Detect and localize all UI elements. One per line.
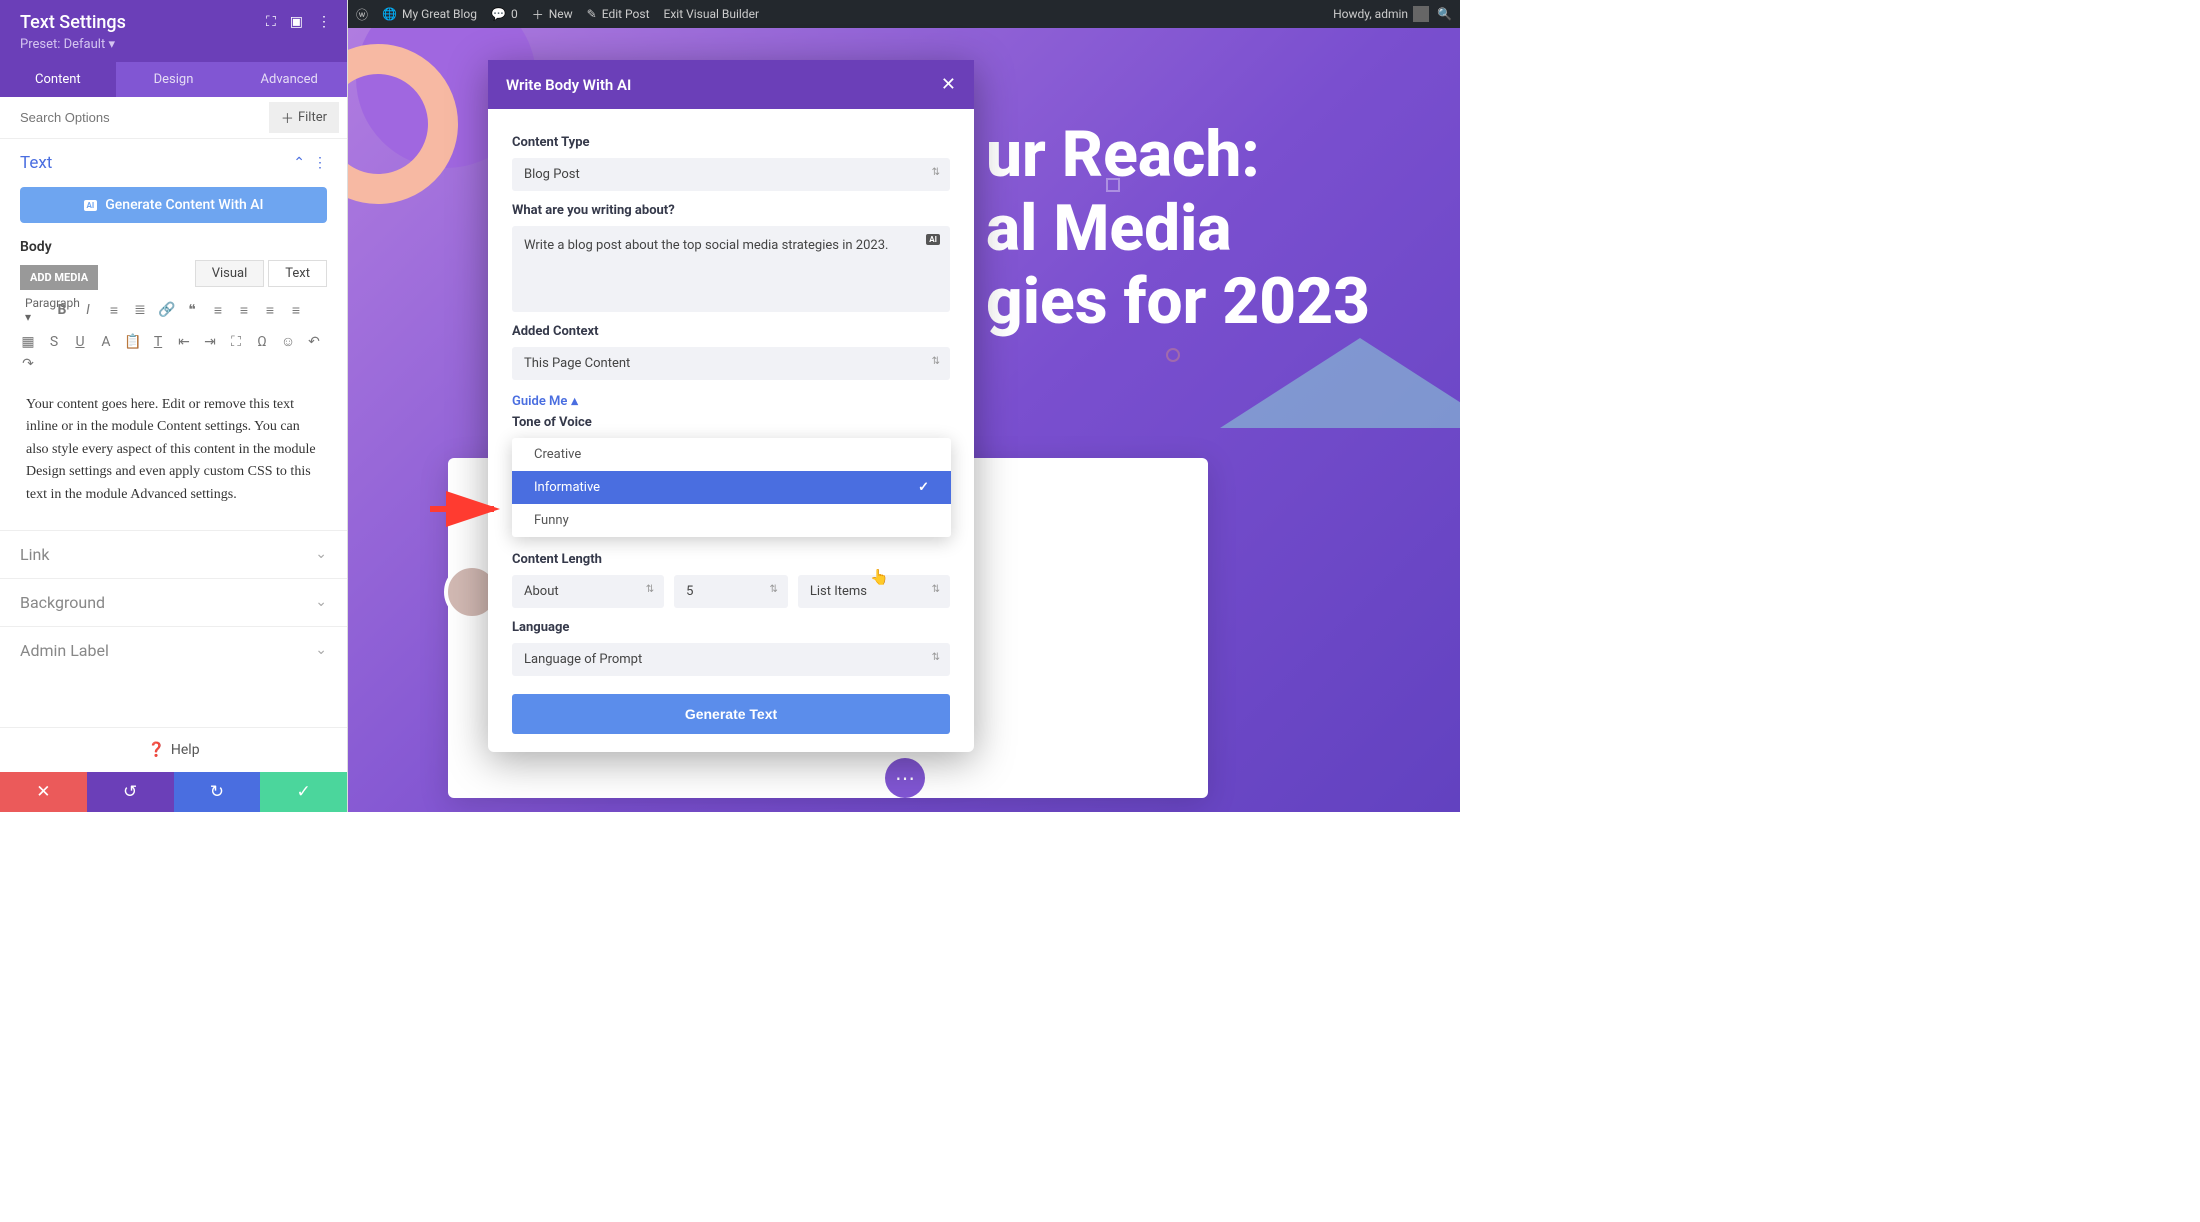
- quote-icon[interactable]: ❝: [184, 302, 200, 318]
- undo-global-button[interactable]: ↺: [87, 772, 174, 812]
- howdy-link[interactable]: Howdy, admin: [1333, 6, 1429, 22]
- language-label: Language: [512, 620, 950, 635]
- more-icon[interactable]: ⋮: [317, 14, 331, 30]
- page-headline: ur Reach: al Media gies for 2023: [986, 118, 1370, 339]
- format-select[interactable]: Paragraph ▾: [20, 293, 44, 327]
- length-number-input[interactable]: 5: [674, 575, 788, 608]
- save-button[interactable]: ✓: [260, 772, 347, 812]
- new-link[interactable]: ＋ New: [532, 6, 573, 23]
- ai-badge-icon[interactable]: AI: [926, 234, 940, 245]
- tone-dropdown-menu: Creative Informative Funny: [512, 438, 951, 537]
- section-admin-label[interactable]: Admin Label⌄: [0, 626, 347, 674]
- section-more-icon[interactable]: ⋮: [313, 155, 327, 171]
- help-link[interactable]: ❓Help: [0, 727, 347, 772]
- align-right-icon[interactable]: ≡: [262, 302, 278, 319]
- chevron-up-icon: ⌃: [293, 155, 305, 171]
- generate-text-button[interactable]: Generate Text: [512, 694, 950, 734]
- section-link[interactable]: Link⌄: [0, 530, 347, 578]
- search-options-input[interactable]: [0, 97, 261, 138]
- guide-me-toggle[interactable]: Guide Me ▴: [512, 394, 578, 409]
- settings-sidebar: Text Settings Preset: Default ▾ ⛶ ▣ ⋮ Co…: [0, 0, 348, 812]
- chevron-down-icon: ⌄: [315, 594, 327, 610]
- link-icon[interactable]: 🔗: [158, 302, 174, 318]
- indent-icon[interactable]: ⇥: [202, 334, 218, 350]
- wp-logo-icon[interactable]: ⓦ: [356, 6, 368, 23]
- content-type-label: Content Type: [512, 135, 950, 150]
- editor-content[interactable]: Your content goes here. Edit or remove t…: [20, 384, 327, 516]
- bottom-action-bar: ✕ ↺ ↻ ✓: [0, 772, 347, 812]
- ai-modal-header: Write Body With AI ✕: [488, 60, 974, 109]
- underline-icon[interactable]: U: [72, 334, 88, 350]
- align-left-icon[interactable]: ≡: [210, 302, 226, 319]
- avatar: [1413, 6, 1429, 22]
- builder-fab-button[interactable]: ⋯: [885, 758, 925, 798]
- context-select[interactable]: This Page Content: [512, 347, 950, 380]
- add-media-button[interactable]: ADD MEDIA: [20, 265, 98, 290]
- expand-icon[interactable]: ▣: [290, 14, 303, 30]
- close-icon[interactable]: ✕: [941, 74, 956, 95]
- generate-ai-button[interactable]: AI Generate Content With AI: [20, 187, 327, 223]
- annotation-arrow: [430, 497, 510, 525]
- help-icon: ❓: [147, 742, 164, 758]
- redo-icon[interactable]: ↷: [20, 356, 36, 372]
- ai-modal: Write Body With AI ✕ Content Type Blog P…: [488, 60, 974, 752]
- content-type-select[interactable]: Blog Post: [512, 158, 950, 191]
- tone-option-informative[interactable]: Informative: [512, 471, 951, 504]
- fullscreen-icon[interactable]: ⛶: [228, 334, 244, 350]
- cancel-button[interactable]: ✕: [0, 772, 87, 812]
- ai-modal-title: Write Body With AI: [506, 76, 941, 94]
- about-label: What are you writing about?: [512, 203, 950, 218]
- filter-button[interactable]: ＋ Filter: [269, 102, 339, 133]
- context-label: Added Context: [512, 324, 950, 339]
- clear-icon[interactable]: T: [150, 334, 166, 350]
- section-background[interactable]: Background⌄: [0, 578, 347, 626]
- edit-post-link[interactable]: ✎ Edit Post: [587, 7, 650, 21]
- about-textarea[interactable]: Write a blog post about the top social m…: [512, 226, 950, 312]
- tab-design[interactable]: Design: [116, 62, 232, 97]
- redo-global-button[interactable]: ↻: [174, 772, 261, 812]
- length-label: Content Length: [512, 552, 950, 567]
- sidebar-header: Text Settings Preset: Default ▾ ⛶ ▣ ⋮: [0, 0, 347, 62]
- chevron-down-icon: ⌄: [315, 546, 327, 562]
- emoji-icon[interactable]: ☺: [280, 333, 296, 350]
- editor-toolbar: Paragraph ▾ B I ≡ ≣ 🔗 ❝ ≡ ≡ ≡ ≡ ▦ S U A …: [0, 287, 347, 378]
- table-icon[interactable]: ▦: [20, 334, 36, 350]
- deco-ring-icon: [1166, 348, 1180, 362]
- textcolor-icon[interactable]: A: [98, 334, 114, 350]
- cursor-icon: 👆: [870, 568, 889, 586]
- italic-icon[interactable]: I: [80, 302, 96, 318]
- specialchar-icon[interactable]: Ω: [254, 334, 270, 350]
- search-icon[interactable]: 🔍: [1437, 7, 1452, 21]
- drag-icon[interactable]: ⛶: [266, 14, 276, 30]
- section-text-header[interactable]: Text ⌃ ⋮: [0, 139, 347, 187]
- tone-option-creative[interactable]: Creative: [512, 438, 951, 471]
- length-about-select[interactable]: About: [512, 575, 664, 608]
- deco-triangle: [1220, 338, 1460, 498]
- tab-advanced[interactable]: Advanced: [231, 62, 347, 97]
- language-select[interactable]: Language of Prompt: [512, 643, 950, 676]
- preset-dropdown[interactable]: Preset: Default ▾: [20, 37, 327, 52]
- tab-content[interactable]: Content: [0, 62, 116, 97]
- outdent-icon[interactable]: ⇤: [176, 334, 192, 350]
- comments-link[interactable]: 💬 0: [491, 7, 518, 21]
- editor-tab-visual[interactable]: Visual: [195, 260, 265, 287]
- align-justify-icon[interactable]: ≡: [288, 302, 304, 319]
- align-center-icon[interactable]: ≡: [236, 302, 252, 319]
- undo-icon[interactable]: ↶: [306, 334, 322, 350]
- strike-icon[interactable]: S: [46, 334, 62, 350]
- editor-tab-text[interactable]: Text: [268, 260, 327, 287]
- bold-icon[interactable]: B: [54, 302, 70, 318]
- wp-admin-bar: ⓦ 🌐 My Great Blog 💬 0 ＋ New ✎ Edit Post …: [348, 0, 1460, 28]
- tone-label: Tone of Voice: [512, 415, 950, 430]
- chevron-down-icon: ⌄: [315, 642, 327, 658]
- paste-icon[interactable]: 📋: [124, 334, 140, 350]
- ul-icon[interactable]: ≡: [106, 302, 122, 319]
- exit-builder-link[interactable]: Exit Visual Builder: [664, 7, 760, 21]
- ai-icon: AI: [84, 200, 98, 211]
- settings-tabs: Content Design Advanced: [0, 62, 347, 97]
- site-name-link[interactable]: 🌐 My Great Blog: [382, 7, 477, 21]
- tone-option-funny[interactable]: Funny: [512, 504, 951, 537]
- ol-icon[interactable]: ≣: [132, 302, 148, 318]
